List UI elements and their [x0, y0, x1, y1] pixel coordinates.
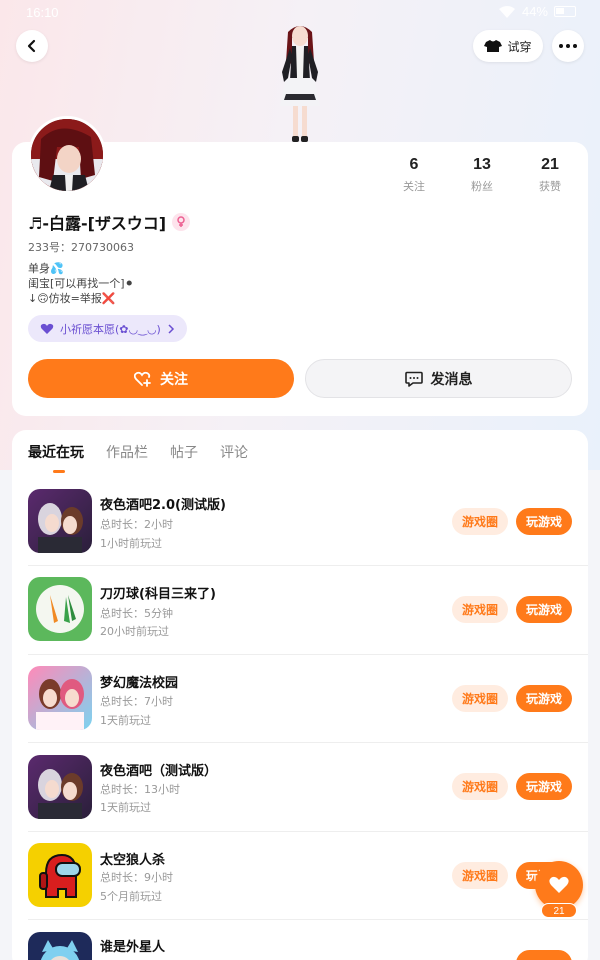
game-icon [28, 489, 92, 553]
play-game-button[interactable]: 玩游戏 [516, 685, 572, 712]
tshirt-icon [484, 40, 503, 52]
tab-works[interactable]: 作品栏 [106, 442, 148, 472]
wish-chip-label: 小祈愿本愿(✿◡‿◡) [60, 322, 161, 336]
game-title: 夜色酒吧2.0(测试版) [100, 498, 226, 513]
game-circle-button[interactable]: 游戏圈 [452, 685, 508, 712]
nickname: ♬-白露-[ザスウコ] [28, 210, 191, 234]
play-game-button[interactable] [516, 950, 572, 960]
stat-fans[interactable]: 13 粉丝 [452, 156, 512, 194]
avatar[interactable] [28, 116, 106, 194]
stat-likes[interactable]: 21 获赞 [520, 156, 580, 194]
follow-button-label: 关注 [160, 371, 188, 388]
play-game-button[interactable]: 玩游戏 [516, 773, 572, 800]
tab-posts[interactable]: 帖子 [170, 442, 198, 472]
game-duration: 总时长：7小时 [100, 695, 173, 708]
game-last-played: 1小时前玩过 [100, 537, 162, 550]
game-last-played: 20小时前玩过 [100, 625, 169, 638]
stat-fans-value: 13 [473, 156, 491, 173]
game-duration: 总时长：2小时 [100, 518, 173, 531]
try-on-button[interactable]: 试穿 [473, 30, 543, 62]
chat-bubble-icon [404, 371, 423, 387]
message-button-label: 发消息 [430, 371, 473, 388]
profile-tabs: 最近在玩 作品栏 帖子 评论 [28, 442, 248, 472]
try-on-label: 试穿 [507, 39, 532, 54]
message-button[interactable]: 发消息 [305, 359, 572, 398]
active-tab-indicator [53, 470, 65, 473]
chevron-right-icon [168, 323, 174, 334]
bio-line: 闺宝[可以再找一个]⚫ [28, 277, 134, 290]
stat-likes-value: 21 [541, 156, 559, 173]
game-icon [28, 577, 92, 641]
tab-comments[interactable]: 评论 [220, 442, 248, 472]
play-game-button[interactable]: 玩游戏 [516, 596, 572, 623]
game-row[interactable]: 梦幻魔法校园 总时长：7小时 1天前玩过 游戏圈 玩游戏 [12, 655, 588, 743]
game-circle-button[interactable]: 游戏圈 [452, 773, 508, 800]
game-last-played: 1天前玩过 [100, 714, 151, 727]
game-row[interactable]: 谁是外星人 [12, 920, 588, 960]
add-heart-icon [134, 371, 151, 387]
user-id: 233号：270730063 [28, 241, 134, 254]
game-row[interactable]: 夜色酒吧（测试版） 总时长：13小时 1天前玩过 游戏圈 玩游戏 [12, 743, 588, 831]
game-row[interactable]: 刀刃球(科目三来了) 总时长：5分钟 20小时前玩过 游戏圈 玩游戏 [12, 566, 588, 654]
chevron-left-icon [27, 39, 36, 53]
bio-line: ↓🙃仿妆=举报❌ [28, 292, 116, 305]
game-title: 刀刃球(科目三来了) [100, 587, 216, 602]
game-duration: 总时长：13小时 [100, 783, 180, 796]
status-icons: 44% [498, 4, 576, 19]
wifi-icon [498, 5, 515, 18]
more-button[interactable] [552, 30, 584, 62]
avatar-image [31, 119, 103, 191]
game-icon [28, 932, 92, 960]
nickname-text: ♬-白露-[ザスウコ] [28, 214, 167, 233]
game-duration: 总时长：5分钟 [100, 607, 173, 620]
game-title: 太空狼人杀 [100, 853, 166, 868]
game-circle-button[interactable]: 游戏圈 [452, 596, 508, 623]
stat-fans-label: 粉丝 [471, 180, 493, 193]
game-duration: 总时长：9小时 [100, 871, 173, 884]
game-title: 梦幻魔法校园 [100, 676, 179, 691]
stat-likes-label: 获赞 [539, 180, 561, 193]
heart-icon [549, 876, 569, 893]
stat-following-label: 关注 [403, 180, 425, 193]
tab-recently-played[interactable]: 最近在玩 [28, 442, 84, 472]
bio: 单身💦 闺宝[可以再找一个]⚫ ↓🙃仿妆=举报❌ [28, 261, 134, 306]
play-game-button[interactable]: 玩游戏 [516, 508, 572, 535]
more-dots-icon [559, 44, 577, 48]
status-time: 16:10 [26, 5, 59, 20]
battery-percent: 44% [521, 4, 548, 19]
game-icon [28, 666, 92, 730]
stat-following[interactable]: 6 关注 [384, 156, 444, 194]
game-icon [28, 843, 92, 907]
game-row[interactable]: 太空狼人杀 总时长：9小时 5个月前玩过 游戏圈 玩游戏 [12, 832, 588, 920]
back-button[interactable] [16, 30, 48, 62]
battery-icon [554, 6, 576, 17]
game-circle-button[interactable]: 游戏圈 [452, 508, 508, 535]
like-fab-button[interactable] [535, 861, 583, 909]
female-gender-icon [172, 213, 191, 231]
game-icon [28, 755, 92, 819]
wish-chip[interactable]: 小祈愿本愿(✿◡‿◡) [28, 315, 187, 342]
game-title: 谁是外星人 [100, 940, 166, 955]
avatar-3d-figure[interactable] [268, 22, 332, 144]
game-row[interactable]: 夜色酒吧2.0(测试版) 总时长：2小时 1小时前玩过 游戏圈 玩游戏 [12, 477, 588, 565]
purple-heart-icon [40, 323, 54, 334]
game-last-played: 1天前玩过 [100, 801, 151, 814]
game-last-played: 5个月前玩过 [100, 890, 162, 903]
status-bar: 16:10 44% [0, 0, 600, 24]
like-count-badge: 21 [541, 903, 577, 918]
game-circle-button[interactable]: 游戏圈 [452, 862, 508, 889]
follow-button[interactable]: 关注 [28, 359, 294, 398]
game-title: 夜色酒吧（测试版） [100, 764, 218, 779]
stat-following-value: 6 [409, 156, 419, 173]
bio-line: 单身💦 [28, 262, 64, 275]
